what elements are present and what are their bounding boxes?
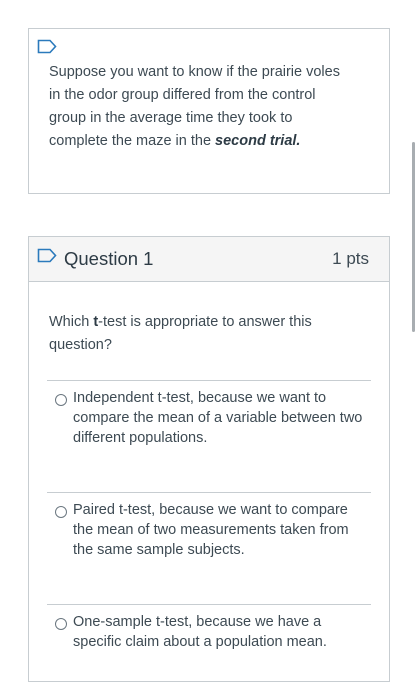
- intro-emphasis: second trial.: [215, 133, 301, 149]
- radio-button[interactable]: [55, 506, 67, 518]
- intro-text: Suppose you want to know if the prairie …: [49, 64, 340, 149]
- answer-label: One-sample t-test, because we have a spe…: [73, 614, 327, 650]
- flag-icon[interactable]: [37, 248, 57, 263]
- flag-icon[interactable]: [37, 39, 57, 54]
- quiz-page: Suppose you want to know if the prairie …: [0, 0, 419, 700]
- answer-divider: [47, 380, 371, 381]
- question-prompt: Which t-test is appropriate to answer th…: [49, 314, 312, 353]
- answer-label: Independent t-test, because we want to c…: [73, 390, 363, 446]
- answer-label: Paired t-test, because we want to compar…: [73, 502, 349, 558]
- radio-button[interactable]: [55, 394, 67, 406]
- scrollbar[interactable]: [412, 142, 415, 332]
- question-card: Question 1 1 pts Which t-test is appropr…: [28, 236, 390, 682]
- text-only-question-card: Suppose you want to know if the prairie …: [28, 28, 390, 194]
- question-points: 1 pts: [332, 249, 369, 268]
- radio-button[interactable]: [55, 618, 67, 630]
- question-title: Question 1: [64, 248, 154, 269]
- answer-divider: [47, 604, 371, 605]
- question-header: Question 1 1 pts: [29, 237, 389, 282]
- answer-divider: [47, 492, 371, 493]
